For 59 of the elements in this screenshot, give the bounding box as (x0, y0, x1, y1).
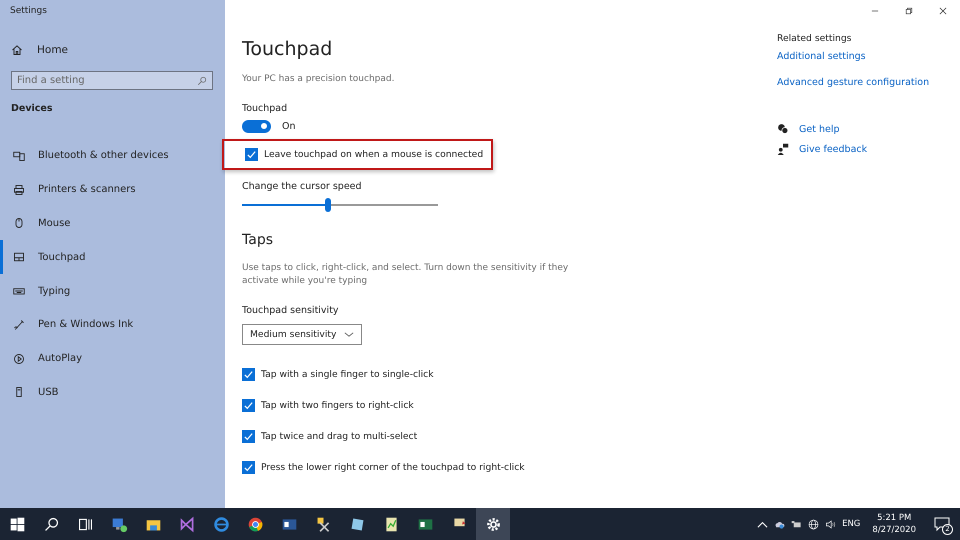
notification-icon[interactable] (934, 516, 950, 532)
related-link[interactable]: Additional settings (777, 51, 930, 62)
time: 5:21 PM (877, 512, 912, 524)
sidebar-item[interactable]: Mouse (0, 206, 225, 240)
taskbar-button[interactable] (476, 508, 510, 540)
touchpad-description: Your PC has a precision touchpad. (242, 74, 396, 84)
tap-option-checkbox[interactable]: Tap with a single finger to single-click (242, 359, 762, 390)
language-indicator[interactable]: ENG (842, 519, 860, 529)
globe-icon (212, 516, 230, 532)
touchpad-icon (13, 251, 25, 264)
home-icon (11, 44, 23, 56)
search-icon (197, 76, 207, 86)
clock[interactable]: 5:21 PM 8/27/2020 (872, 512, 916, 536)
speaker-icon[interactable] (825, 518, 836, 530)
touchpad-toggle[interactable] (242, 120, 271, 133)
cursor-speed-slider[interactable] (242, 198, 438, 212)
sidebar-item[interactable]: USB (0, 376, 225, 410)
date: 8/27/2020 (872, 524, 916, 536)
globe-icon[interactable] (808, 518, 820, 530)
windows-logo-icon (8, 516, 26, 532)
sidebar-item[interactable]: Printers & scanners (0, 172, 225, 207)
sidebar-item[interactable]: Typing (0, 274, 225, 308)
chevron-icon (344, 331, 354, 338)
leave-on-checkbox[interactable]: Leave touchpad on when a mouse is connected (245, 148, 491, 161)
circle-logo-icon (246, 516, 264, 532)
device-icon[interactable] (791, 518, 802, 530)
search-field[interactable]: Find a setting (11, 71, 213, 90)
feedback-link[interactable]: Give feedback (799, 144, 868, 154)
section-heading: Devices (10, 102, 54, 116)
people-icon (777, 143, 789, 155)
tap-option-checkbox[interactable]: Tap twice and drag to multi-select (242, 421, 762, 452)
sidebar-item[interactable]: Bluetooth & other devices (0, 139, 225, 173)
sidebar-item[interactable]: Pen & Windows Ink (0, 308, 225, 342)
pen-icon (13, 318, 25, 331)
sensitivity-dropdown[interactable]: Medium sensitivity (242, 324, 362, 345)
printer-icon (13, 184, 25, 196)
search-icon (42, 516, 60, 532)
related-link[interactable]: Advanced gesture configuration (777, 77, 930, 88)
home-link[interactable]: Home (0, 38, 225, 62)
window-title: Settings (9, 6, 48, 18)
notepad-icon (348, 516, 366, 532)
tools-icon (314, 516, 332, 532)
sensitivity-label: Touchpad sensitivity (242, 305, 340, 316)
page-title: Touchpad (242, 38, 334, 60)
taps-description: Use taps to click, right-click, and select. Turn down the sensitivity if they activate while you're typing (242, 262, 570, 288)
devices-icon (13, 150, 25, 162)
tap-option-checkbox[interactable]: Tap with two fingers to right-click (242, 390, 762, 421)
tap-option-checkbox[interactable]: Press the lower right corner of the touchpad to right-click (242, 452, 762, 483)
play-icon (13, 352, 25, 365)
slider-label: Change the cursor speed (242, 181, 363, 192)
section-heading: Taps (242, 232, 274, 248)
toggle-state: On (282, 121, 296, 132)
settings-icon (484, 516, 502, 532)
sidebar-item[interactable]: AutoPlay (0, 342, 225, 376)
toggle-label: Touchpad (242, 103, 288, 114)
help-link[interactable]: Get help (799, 124, 840, 134)
mouse-icon (13, 217, 25, 230)
computer-icon (110, 516, 128, 532)
related-heading: Related settings (777, 33, 852, 44)
